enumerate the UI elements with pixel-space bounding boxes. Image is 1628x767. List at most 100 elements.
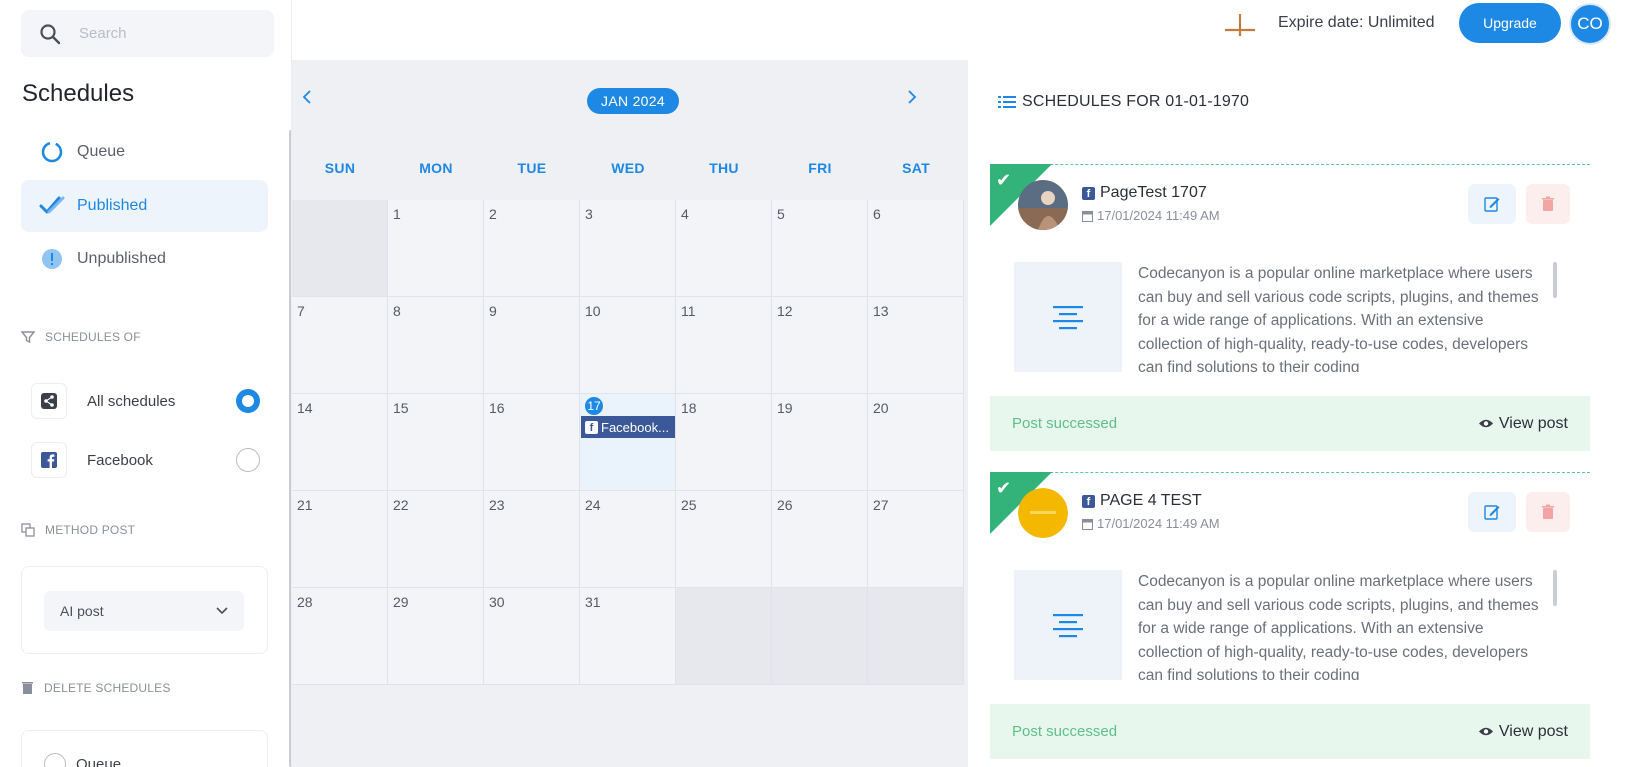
calendar-day[interactable]: 5 [772, 200, 868, 297]
day-number: 7 [297, 303, 305, 319]
sidebar-title: Schedules [22, 80, 135, 107]
delete-button[interactable] [1526, 492, 1570, 532]
calendar-day[interactable]: 14 [292, 394, 388, 491]
calendar-cell-empty [676, 588, 772, 685]
edit-button[interactable] [1468, 184, 1516, 224]
calendar-day[interactable]: 9 [484, 297, 580, 394]
share-icon [31, 383, 67, 419]
calendar-day[interactable]: 1 [388, 200, 484, 297]
calendar-day[interactable]: 29 [388, 588, 484, 685]
schedules-of-label: SCHEDULES OF [21, 330, 141, 344]
filter-facebook[interactable]: Facebook [21, 436, 268, 484]
edit-icon [1484, 197, 1500, 212]
day-number: 31 [585, 594, 601, 610]
calendar-day[interactable]: 20 [868, 394, 964, 491]
search-icon [21, 23, 79, 45]
day-number: 3 [585, 206, 593, 222]
calendar-day[interactable]: 2 [484, 200, 580, 297]
facebook-icon: f [1082, 186, 1095, 200]
content-scrollbar[interactable] [1553, 570, 1557, 606]
calendar-day[interactable]: 30 [484, 588, 580, 685]
calendar-day[interactable]: 31 [580, 588, 676, 685]
calendar-day[interactable]: 11 [676, 297, 772, 394]
schedule-card: ✔ f PageTest 1707 17/01/2024 11:49 AM Co… [990, 164, 1590, 454]
facebook-radio[interactable] [236, 448, 260, 472]
day-number: 18 [681, 400, 697, 416]
delete-queue-radio[interactable] [44, 753, 66, 767]
calendar-event[interactable]: f Facebook... [581, 416, 675, 438]
calendar-day[interactable]: 15 [388, 394, 484, 491]
all-schedules-radio[interactable] [236, 389, 260, 413]
day-number: 11 [681, 303, 696, 319]
calendar: JAN 2024 SUN MON TUE WED THU FRI SAT 1 2… [292, 60, 968, 767]
calendar-day[interactable]: 16 [484, 394, 580, 491]
nav-item-published[interactable]: Published [21, 180, 268, 232]
day-number: 10 [585, 303, 601, 319]
calendar-day[interactable]: 23 [484, 491, 580, 588]
calendar-day[interactable]: 21 [292, 491, 388, 588]
calendar-day[interactable]: 27 [868, 491, 964, 588]
calendar-day[interactable]: 12 [772, 297, 868, 394]
search-box[interactable] [21, 10, 274, 57]
calendar-icon [1082, 210, 1093, 222]
delete-queue-box[interactable]: Queue [21, 730, 268, 767]
calendar-day[interactable]: 13 [868, 297, 964, 394]
day-number: 15 [393, 400, 409, 416]
weekday-header: WED [611, 160, 645, 176]
delete-schedules-label: DELETE SCHEDULES [21, 681, 171, 695]
delete-button[interactable] [1526, 184, 1570, 224]
calendar-day[interactable]: 25 [676, 491, 772, 588]
weekday-header: FRI [808, 160, 832, 176]
post-status: Post successed [1012, 415, 1118, 432]
day-number: 6 [873, 206, 881, 222]
filter-all-schedules[interactable]: All schedules [21, 377, 268, 425]
post-status: Post successed [1012, 723, 1118, 740]
day-number: 19 [777, 400, 793, 416]
filter-label: Facebook [87, 451, 153, 469]
month-label[interactable]: JAN 2024 [587, 88, 679, 114]
nav-item-unpublished[interactable]: Unpublished [21, 233, 268, 285]
upgrade-button[interactable]: Upgrade [1459, 3, 1561, 43]
post-thumbnail [1014, 570, 1122, 680]
eye-icon [1478, 727, 1493, 736]
post-status-bar: Post successed View post [990, 704, 1590, 759]
method-post-select[interactable]: AI post [44, 591, 244, 631]
calendar-day[interactable]: 3 [580, 200, 676, 297]
calendar-day[interactable]: 24 [580, 491, 676, 588]
nav-item-queue[interactable]: Queue [21, 126, 268, 178]
weekday-header: TUE [517, 160, 547, 176]
calendar-day[interactable]: 22 [388, 491, 484, 588]
calendar-day[interactable]: 6 [868, 200, 964, 297]
content-scrollbar[interactable] [1553, 262, 1557, 298]
calendar-day[interactable]: 7 [292, 297, 388, 394]
calendar-day[interactable]: 10 [580, 297, 676, 394]
calendar-day[interactable]: 19 [772, 394, 868, 491]
day-number: 12 [777, 303, 793, 319]
delete-queue-option[interactable]: Queue [44, 753, 121, 767]
day-number: 29 [393, 594, 409, 610]
day-number: 13 [873, 303, 889, 319]
calendar-header: JAN 2024 [292, 60, 968, 140]
calendar-cell-empty [292, 200, 388, 297]
plus-icon[interactable] [1222, 8, 1258, 36]
day-number: 2 [489, 206, 497, 222]
next-month-button[interactable] [897, 82, 927, 112]
calendar-day[interactable]: 18 [676, 394, 772, 491]
calendar-day[interactable]: 28 [292, 588, 388, 685]
search-input[interactable] [79, 25, 249, 42]
view-post-link[interactable]: View post [1478, 415, 1568, 433]
prev-month-button[interactable] [292, 82, 322, 112]
calendar-day[interactable]: 26 [772, 491, 868, 588]
page-avatar [1018, 488, 1068, 538]
day-number: 28 [297, 594, 313, 610]
user-avatar[interactable]: CO [1569, 3, 1611, 45]
weekday-header: SAT [902, 160, 930, 176]
edit-button[interactable] [1468, 492, 1516, 532]
day-number: 20 [873, 400, 889, 416]
card-divider [990, 472, 1590, 473]
view-post-link[interactable]: View post [1478, 723, 1568, 741]
calendar-day[interactable]: 8 [388, 297, 484, 394]
calendar-day-today[interactable]: 17 f Facebook... [580, 394, 676, 491]
calendar-day[interactable]: 4 [676, 200, 772, 297]
trash-icon [22, 682, 33, 694]
